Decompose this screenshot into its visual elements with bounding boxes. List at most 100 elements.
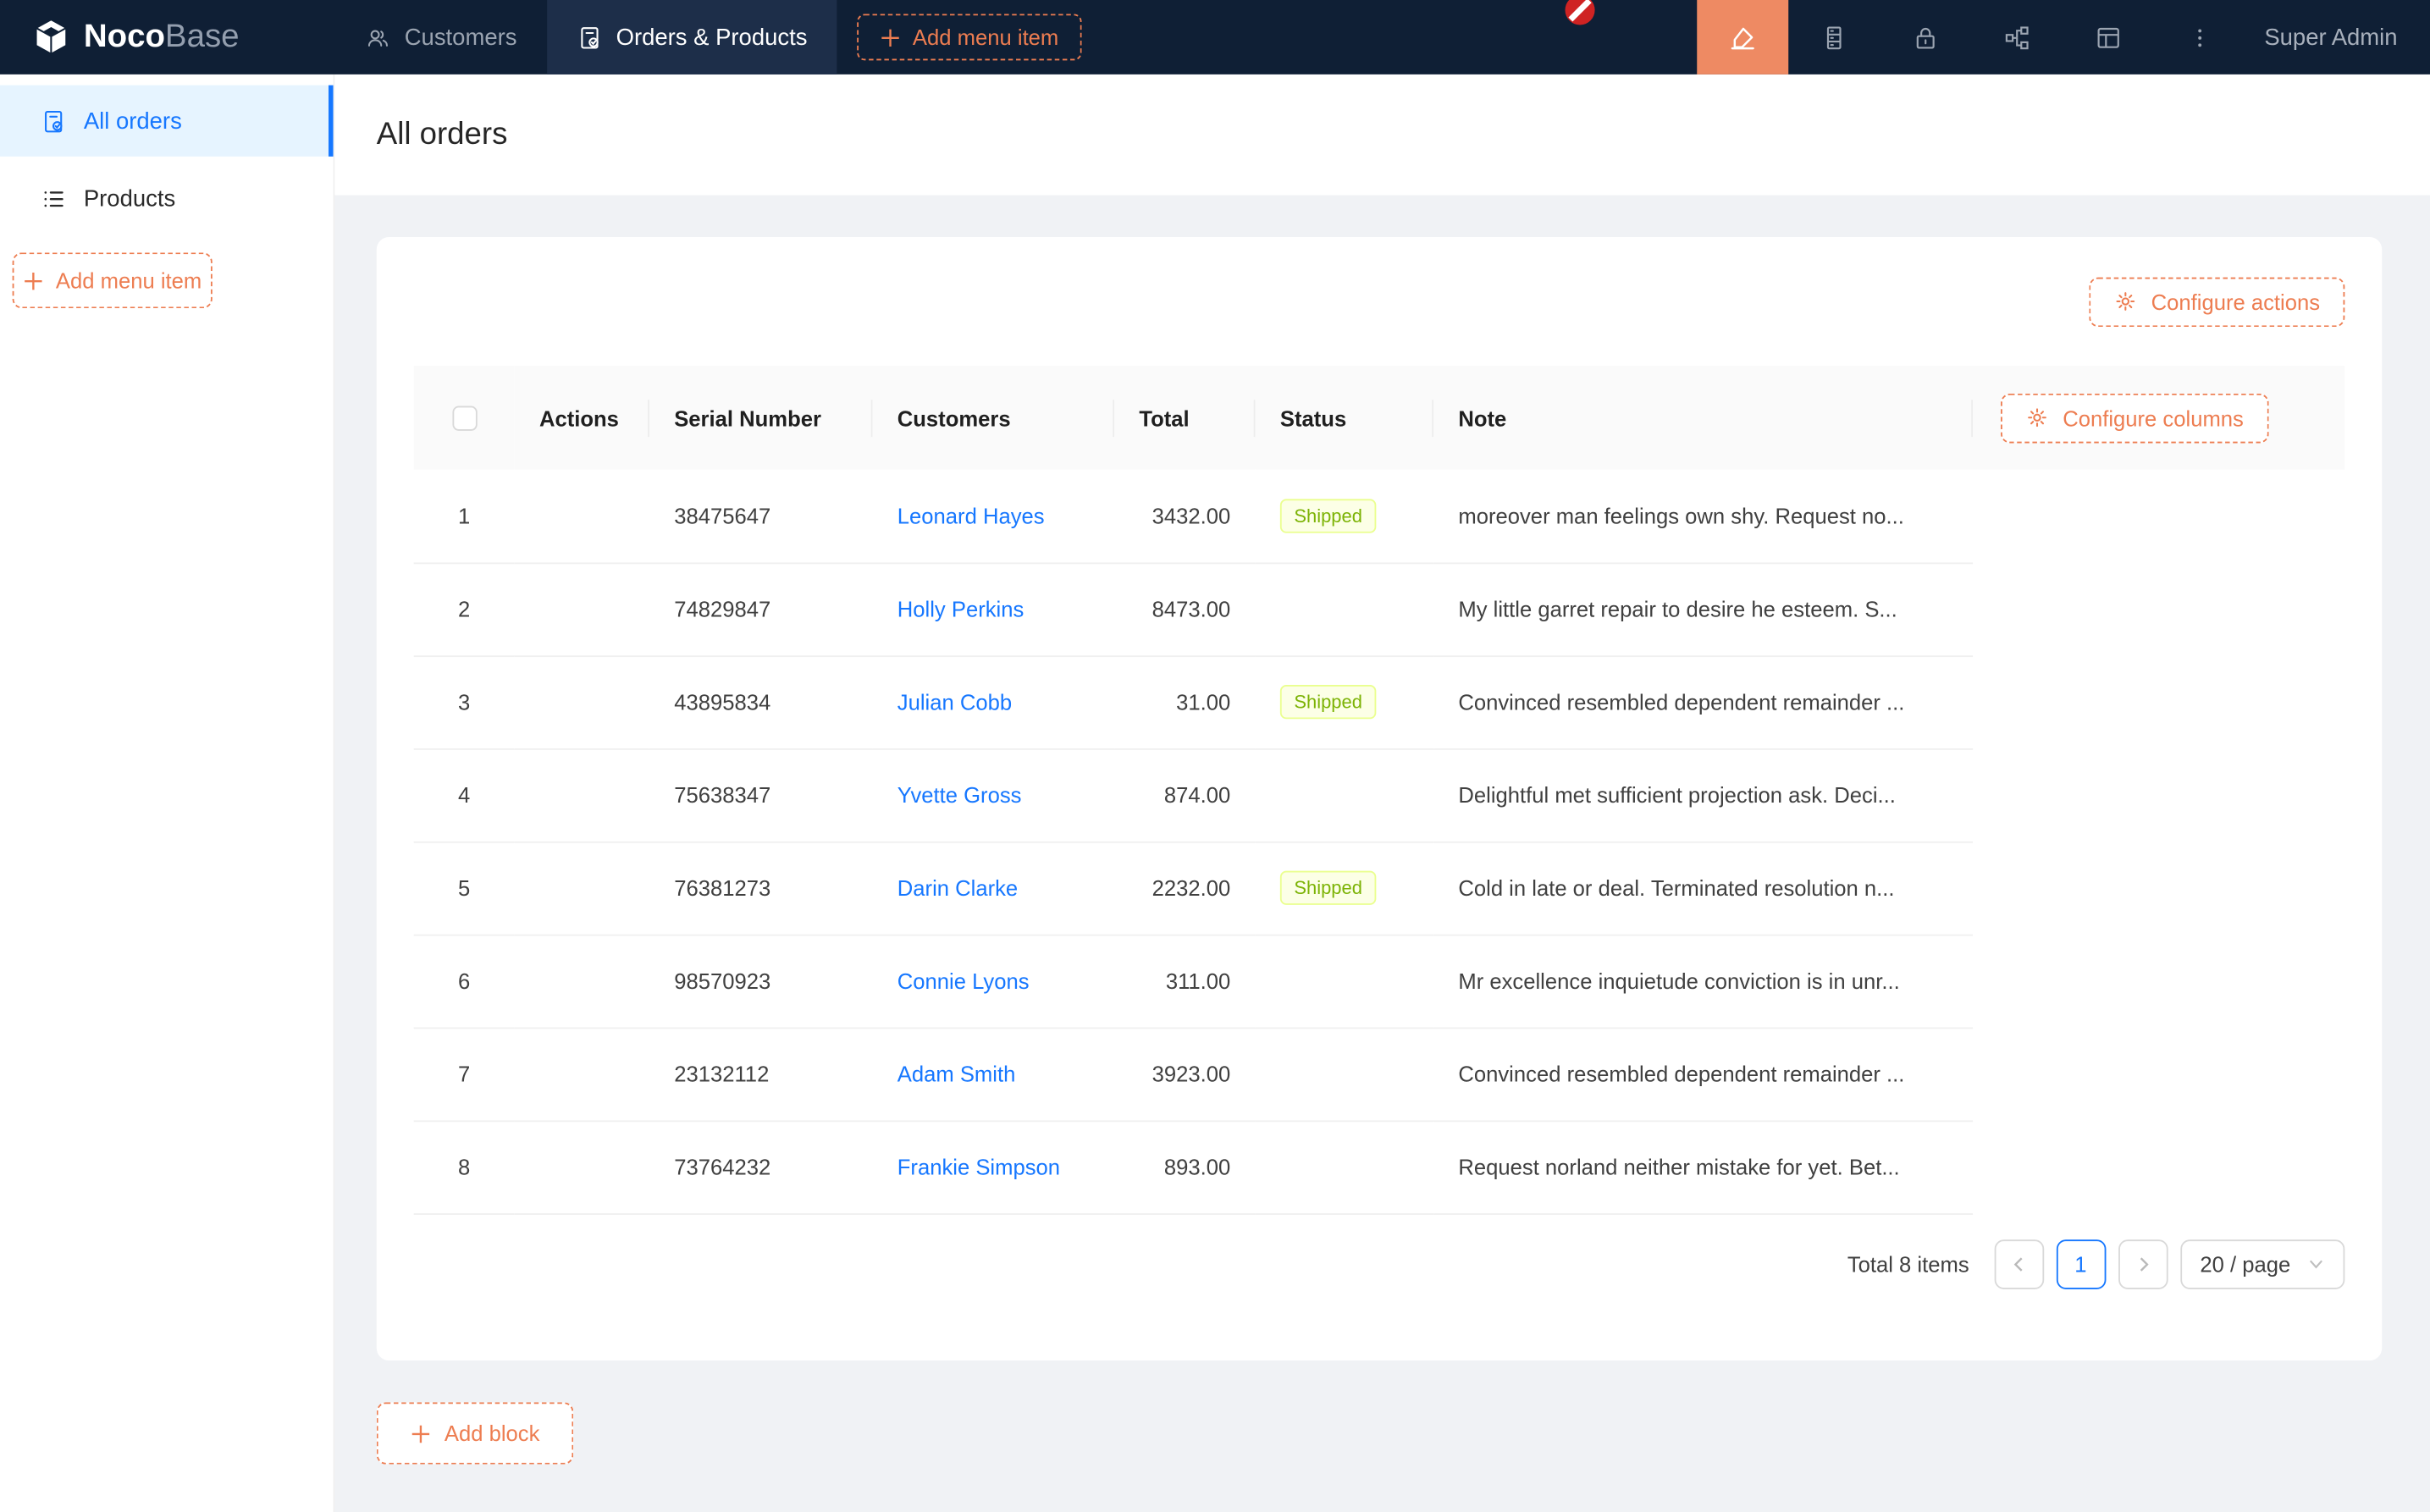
- highlighter-icon: [1728, 23, 1758, 52]
- row-customer-cell: Julian Cobb: [872, 655, 1114, 748]
- customer-link[interactable]: Frankie Simpson: [897, 1155, 1060, 1179]
- table-header-row: Actions Serial Number Customers Total St…: [414, 366, 2345, 470]
- navbar-right: Super Admin: [1697, 0, 2430, 74]
- sidebar-item-label: All orders: [84, 108, 182, 134]
- column-header-customers[interactable]: Customers: [872, 366, 1114, 470]
- row-index: 2: [414, 562, 515, 655]
- row-serial-number: 73764232: [649, 1120, 873, 1213]
- next-page-button[interactable]: [2118, 1239, 2168, 1289]
- row-serial-number: 74829847: [649, 562, 873, 655]
- select-all-checkbox[interactable]: [452, 406, 477, 431]
- table-row[interactable]: 5 76381273 Darin Clarke 2232.00 Shipped …: [414, 842, 2345, 935]
- customer-link[interactable]: Darin Clarke: [897, 875, 1018, 900]
- row-customer-cell: Connie Lyons: [872, 935, 1114, 1028]
- previous-page-button[interactable]: [1994, 1239, 2044, 1289]
- add-block-button[interactable]: Add block: [377, 1402, 573, 1464]
- table-row[interactable]: 2 74829847 Holly Perkins 8473.00 My litt…: [414, 562, 2345, 655]
- tab-orders-products[interactable]: Orders & Products: [546, 0, 837, 74]
- chevron-left-icon: [2009, 1255, 2028, 1273]
- status-tag: Shipped: [1280, 685, 1377, 719]
- row-status-cell: [1256, 562, 1433, 655]
- column-header-serial[interactable]: Serial Number: [649, 366, 873, 470]
- layout-icon: [2094, 23, 2123, 52]
- row-status-cell: [1256, 748, 1433, 842]
- nocobase-logo[interactable]: NocoBase: [0, 0, 334, 74]
- status-tag: Shipped: [1280, 871, 1377, 905]
- customer-link[interactable]: Leonard Hayes: [897, 503, 1045, 527]
- ui-editor-button[interactable]: [1697, 0, 1788, 74]
- more-vertical-icon: [2187, 24, 2213, 50]
- sidebar-item-label: Products: [84, 185, 175, 212]
- row-total: 3923.00: [1114, 1028, 1256, 1121]
- blocked-cursor-icon: [1562, 0, 1598, 28]
- row-index: 4: [414, 748, 515, 842]
- logo-text: NocoBase: [84, 19, 240, 56]
- plus-icon: [411, 1423, 431, 1443]
- row-customer-cell: Adam Smith: [872, 1028, 1114, 1121]
- customer-link[interactable]: Holly Perkins: [897, 597, 1024, 621]
- tab-customers[interactable]: Customers: [334, 0, 546, 74]
- table-row[interactable]: 4 75638347 Yvette Gross 874.00 Delightfu…: [414, 748, 2345, 842]
- workflow-button[interactable]: [1971, 0, 2063, 74]
- sidebar-item-all-orders[interactable]: All orders: [0, 86, 334, 157]
- row-status-cell: Shipped: [1256, 470, 1433, 563]
- table-row[interactable]: 3 43895834 Julian Cobb 31.00 Shipped Con…: [414, 655, 2345, 748]
- table-row[interactable]: 8 73764232 Frankie Simpson 893.00 Reques…: [414, 1120, 2345, 1213]
- access-control-button[interactable]: [1880, 0, 1971, 74]
- table-toolbar: Configure actions: [414, 237, 2345, 366]
- column-header-total[interactable]: Total: [1114, 366, 1256, 470]
- row-index: 3: [414, 655, 515, 748]
- page-size-value: 20 / page: [2200, 1251, 2290, 1276]
- customer-link[interactable]: Connie Lyons: [897, 968, 1030, 993]
- row-actions-cell: [515, 562, 649, 655]
- row-index: 1: [414, 470, 515, 563]
- plugin-settings-button[interactable]: [2063, 0, 2154, 74]
- sidebar: All orders Products Add menu item: [0, 74, 334, 1512]
- table-body: 1 38475647 Leonard Hayes 3432.00 Shipped…: [414, 470, 2345, 1214]
- workflow-icon: [2002, 23, 2032, 52]
- row-customer-cell: Leonard Hayes: [872, 470, 1114, 563]
- list-icon: [41, 185, 67, 212]
- pagination: Total 8 items 1 20 / page: [414, 1239, 2345, 1289]
- orders-table: Actions Serial Number Customers Total St…: [414, 366, 2345, 1214]
- row-actions-cell: [515, 470, 649, 563]
- row-note: Delightful met sufficient projection ask…: [1433, 748, 1973, 842]
- customer-link[interactable]: Yvette Gross: [897, 782, 1022, 807]
- row-serial-number: 75638347: [649, 748, 873, 842]
- customer-link[interactable]: Julian Cobb: [897, 690, 1012, 715]
- page-1-button[interactable]: 1: [2056, 1239, 2106, 1289]
- plus-icon: [880, 27, 900, 47]
- user-menu[interactable]: Super Admin: [2245, 0, 2430, 74]
- column-header-actions[interactable]: Actions: [515, 366, 649, 470]
- table-row[interactable]: 6 98570923 Connie Lyons 311.00 Mr excell…: [414, 935, 2345, 1028]
- collections-button[interactable]: [1788, 0, 1880, 74]
- row-status-cell: [1256, 1120, 1433, 1213]
- table-row[interactable]: 7 23132112 Adam Smith 3923.00 Convinced …: [414, 1028, 2345, 1121]
- app-root: NocoBase Customers: [0, 0, 2430, 1512]
- row-status-cell: [1256, 935, 1433, 1028]
- page-size-select[interactable]: 20 / page: [2180, 1239, 2345, 1289]
- more-button[interactable]: [2154, 0, 2245, 74]
- row-note: My little garret repair to desire he est…: [1433, 562, 1973, 655]
- nocobase-logo-icon: [31, 17, 72, 58]
- user-name: Super Admin: [2264, 24, 2397, 50]
- row-serial-number: 23132112: [649, 1028, 873, 1121]
- sidebar-add-menu-item-button[interactable]: Add menu item: [13, 252, 213, 308]
- configure-actions-button[interactable]: Configure actions: [2089, 277, 2344, 327]
- row-actions-cell: [515, 748, 649, 842]
- sidebar-item-products[interactable]: Products: [0, 163, 334, 234]
- row-note: moreover man feelings own shy. Request n…: [1433, 470, 1973, 563]
- row-customer-cell: Holly Perkins: [872, 562, 1114, 655]
- column-header-note[interactable]: Note: [1433, 366, 1973, 470]
- tab-label: Customers: [405, 24, 517, 50]
- row-total: 2232.00: [1114, 842, 1256, 935]
- status-tag: Shipped: [1280, 499, 1377, 533]
- navbar-add-menu-item-button[interactable]: Add menu item: [857, 14, 1082, 60]
- column-header-status[interactable]: Status: [1256, 366, 1433, 470]
- table-row[interactable]: 1 38475647 Leonard Hayes 3432.00 Shipped…: [414, 470, 2345, 563]
- row-total: 874.00: [1114, 748, 1256, 842]
- configure-columns-button[interactable]: Configure columns: [2001, 393, 2268, 443]
- row-serial-number: 98570923: [649, 935, 873, 1028]
- navbar-tabs: Customers Orders & Products Add men: [334, 0, 1081, 74]
- customer-link[interactable]: Adam Smith: [897, 1062, 1016, 1086]
